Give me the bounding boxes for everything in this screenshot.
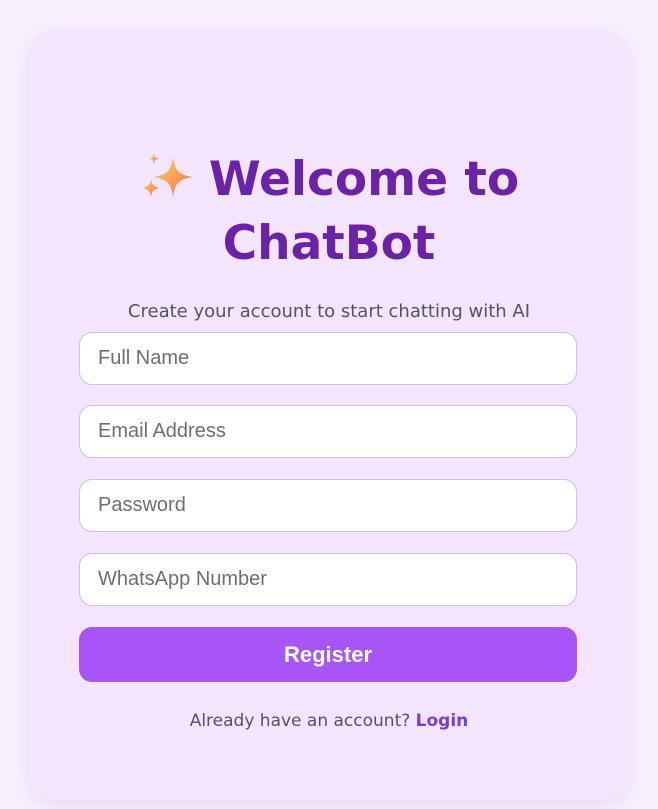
email-input[interactable] <box>79 405 577 458</box>
title-line-1: Welcome to <box>30 148 628 212</box>
register-card: Welcome to ChatBot Create your account t… <box>30 30 628 800</box>
login-prompt: Already have an account? Login <box>30 709 628 733</box>
login-link[interactable]: Login <box>416 711 469 731</box>
register-button[interactable]: Register <box>79 627 577 682</box>
title-line-2: ChatBot <box>222 216 436 271</box>
password-input[interactable] <box>79 479 577 532</box>
whatsapp-number-input[interactable] <box>79 553 577 606</box>
title-text-line-1: Welcome to <box>208 152 520 207</box>
sparkles-icon <box>141 153 193 197</box>
full-name-input[interactable] <box>79 332 577 385</box>
page-title: Welcome to ChatBot <box>30 148 628 276</box>
subtitle: Create your account to start chatting wi… <box>127 301 531 322</box>
login-prompt-text: Already have an account? <box>189 711 411 731</box>
